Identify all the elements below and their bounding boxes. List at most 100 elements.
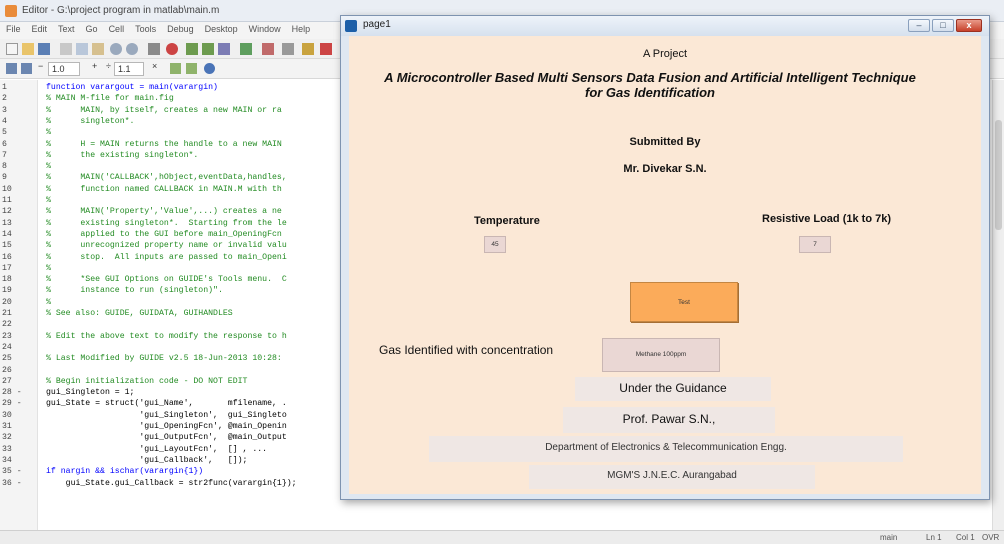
breakpoint-icon[interactable]	[262, 43, 274, 55]
line-number: 2	[2, 94, 7, 104]
new-file-icon[interactable]	[6, 43, 18, 55]
debug-step-icon[interactable]	[282, 43, 294, 55]
minus-sign: −	[38, 61, 44, 71]
status-mode: main	[880, 533, 898, 542]
function-icon[interactable]	[218, 43, 230, 55]
code-text: % singleton*.	[46, 116, 135, 126]
find-icon[interactable]	[166, 43, 178, 55]
editor-status-bar: main Ln 1 Col 1 OVR	[0, 530, 1004, 544]
line-number: 21	[2, 309, 12, 318]
run-icon[interactable]	[240, 43, 252, 55]
line-number: 24	[2, 342, 12, 352]
editor-vertical-scrollbar[interactable]	[992, 80, 1004, 530]
code-text: % stop. All inputs are passed to main_Op…	[46, 252, 287, 262]
status-ovr: OVR	[982, 533, 1000, 542]
menu-edit[interactable]: Edit	[26, 22, 53, 34]
code-text: if nargin && ischar(varargin{1})	[46, 467, 204, 477]
show-cell-titles-icon[interactable]	[204, 63, 215, 74]
stop-debug-icon[interactable]	[320, 43, 332, 55]
editor-title: Editor - G:\project program in matlab\ma…	[22, 5, 220, 16]
code-text: 'gui_Singleton', gui_Singleto	[46, 410, 287, 420]
author-name: Mr. Divekar S.N.	[623, 163, 707, 175]
cell-mode-icon[interactable]	[6, 63, 17, 74]
matlab-figure-icon	[345, 20, 357, 32]
code-text: 'gui_Callback', []);	[46, 455, 248, 465]
project-heading: A Project	[642, 48, 688, 60]
code-text: %	[46, 196, 51, 205]
paste-icon[interactable]	[92, 43, 104, 55]
close-button[interactable]: x	[956, 19, 982, 32]
line-number: 15	[2, 241, 12, 251]
save-icon[interactable]	[38, 43, 50, 55]
code-text: % Edit the above text to modify the resp…	[46, 331, 287, 341]
guide-name: Prof. Pawar S.N.,	[622, 412, 716, 426]
line-number: 1	[2, 83, 7, 92]
code-text: % Begin initialization code - DO NOT EDI…	[46, 376, 248, 386]
menu-desktop[interactable]: Desktop	[199, 22, 243, 34]
code-text: % existing singleton*. Starting from the…	[46, 218, 287, 228]
code-text: % MAIN, by itself, creates a new MAIN or…	[46, 105, 282, 115]
remove-cell-icon[interactable]	[186, 63, 197, 74]
undo-icon[interactable]	[110, 43, 122, 55]
code-text: % unrecognized property name or invalid …	[46, 241, 287, 251]
line-number: 12	[2, 207, 12, 217]
temperature-field[interactable]: 45	[484, 236, 506, 253]
divide-value-input[interactable]: 1.1	[114, 62, 144, 76]
gas-result-field[interactable]: Methane 100ppm	[602, 338, 720, 372]
stack-icon[interactable]	[302, 43, 314, 55]
resistive-load-field[interactable]: 7	[799, 236, 831, 253]
menu-file[interactable]: File	[0, 22, 26, 34]
code-text: 'gui_OpeningFcn', @main_Openin	[46, 422, 287, 431]
menu-help[interactable]: Help	[286, 22, 316, 34]
insert-cell-icon[interactable]	[170, 63, 181, 74]
line-number: 20	[2, 297, 12, 307]
menu-window[interactable]: Window	[243, 22, 286, 34]
line-number: 26	[2, 365, 12, 375]
line-number: 19	[2, 286, 12, 296]
menu-debug[interactable]: Debug	[161, 22, 199, 34]
resistive-load-label: Resistive Load (1k to 7k)	[762, 213, 891, 225]
scrollbar-thumb[interactable]	[995, 120, 1002, 230]
line-number: 28 -	[2, 388, 22, 398]
line-number: 7	[2, 150, 7, 160]
line-number: 14	[2, 229, 12, 239]
print-icon[interactable]	[148, 43, 160, 55]
minimize-button[interactable]: –	[908, 19, 930, 32]
code-text: gui_Singleton = 1;	[46, 388, 135, 398]
line-number: 35 -	[2, 467, 22, 477]
code-text: % MAIN('CALLBACK',hObject,eventData,hand…	[46, 173, 287, 183]
line-number: 31	[2, 422, 12, 431]
menu-cell[interactable]: Cell	[103, 22, 130, 34]
evaluate-cell-icon[interactable]	[21, 63, 32, 74]
forward-icon[interactable]	[202, 43, 214, 55]
test-button[interactable]: Test	[630, 282, 738, 322]
code-text: % *See GUI Options on GUIDE's Tools menu…	[46, 275, 287, 285]
open-folder-icon[interactable]	[22, 43, 34, 55]
code-text: % H = MAIN returns the handle to a new M…	[46, 139, 282, 149]
back-icon[interactable]	[186, 43, 198, 55]
line-number: 5	[2, 128, 7, 138]
status-col: Col 1	[956, 533, 975, 542]
line-number: 27	[2, 376, 12, 386]
college-label: MGM'S J.N.E.C. Aurangabad	[607, 470, 737, 481]
code-text: %	[46, 162, 51, 172]
menu-tools[interactable]: Tools	[129, 22, 161, 34]
decrement-value-input[interactable]: 1.0	[48, 62, 80, 76]
line-number: 17	[2, 263, 12, 273]
line-number: 30	[2, 410, 12, 420]
menu-text[interactable]: Text	[52, 22, 80, 34]
maximize-button[interactable]: □	[932, 19, 954, 32]
cut-icon[interactable]	[60, 43, 72, 55]
temperature-label: Temperature	[474, 215, 540, 227]
submitted-by-label: Submitted By	[629, 136, 701, 148]
line-number: 32	[2, 433, 12, 443]
gui-figure-window: page1 – □ x A Project A Microcontroller …	[340, 15, 990, 500]
line-number: 6	[2, 139, 7, 149]
line-number: 34	[2, 455, 12, 465]
menu-go[interactable]: Go	[80, 22, 103, 34]
redo-icon[interactable]	[126, 43, 138, 55]
figure-title-bar[interactable]: page1 – □ x	[341, 16, 989, 36]
code-text: % the existing singleton*.	[46, 150, 199, 160]
copy-icon[interactable]	[76, 43, 88, 55]
line-number: 36 -	[2, 478, 22, 488]
